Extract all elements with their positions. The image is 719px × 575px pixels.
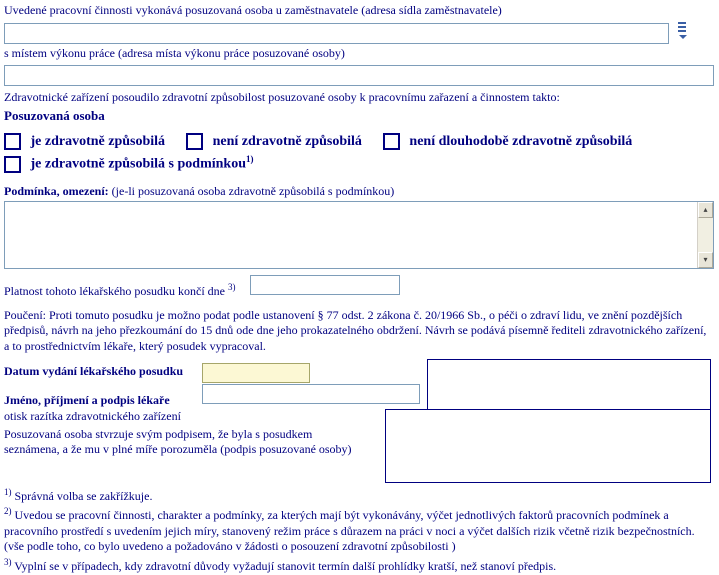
note3: Vyplní se v případech, kdy zdravotní dův… <box>12 559 557 573</box>
condition-label: Podmínka, omezení: <box>4 184 109 198</box>
assessment-intro: Zdravotnické zařízení posoudilo zdravotn… <box>4 90 715 106</box>
note1-sup: 1) <box>4 487 12 497</box>
valid-until-sup: 3) <box>228 282 236 292</box>
checkbox-unfit[interactable] <box>186 133 203 150</box>
dropdown-icon[interactable] <box>676 21 688 39</box>
checkbox-longterm-unfit[interactable] <box>383 133 400 150</box>
checkbox-fit-cond[interactable] <box>4 156 21 173</box>
condition-textarea[interactable]: ▴ ▾ <box>4 201 714 269</box>
opt-fit-cond-label: je zdravotně způsobilá s podmínkou <box>31 157 246 172</box>
date-label: Datum vydání lékařského posudku <box>4 364 199 380</box>
scroll-up-icon[interactable]: ▴ <box>698 202 713 218</box>
opt-longterm-unfit-label: není dlouhodobě zdravotně způsobilá <box>409 134 632 149</box>
valid-until-label: Platnost tohoto lékařského posudku končí… <box>4 284 228 298</box>
workplace-address-label: s místem výkonu práce (adresa místa výko… <box>4 46 715 62</box>
opt-unfit-label: není zdravotně způsobilá <box>213 134 362 149</box>
condition-note: (je-li posuzovaná osoba zdravotně způsob… <box>109 184 395 198</box>
note2-sup: 2) <box>4 506 12 516</box>
person-heading: Posuzovaná osoba <box>4 108 715 125</box>
instruction-text: Poučení: Proti tomuto posudku je možno p… <box>4 308 714 355</box>
opt-fit-cond-sup: 1) <box>246 154 254 164</box>
date-input[interactable] <box>202 363 310 383</box>
workplace-address-input[interactable] <box>4 65 714 86</box>
doctor-name-input[interactable] <box>202 384 420 404</box>
doctor-name-label: Jméno, příjmení a podpis lékaře <box>4 393 199 409</box>
note1: Správná volba se zakřížkuje. <box>12 489 153 503</box>
scrollbar[interactable]: ▴ ▾ <box>697 202 713 268</box>
note3-sup: 3) <box>4 557 12 567</box>
note2: Uvedou se pracovní činnosti, charakter a… <box>4 508 695 553</box>
scroll-down-icon[interactable]: ▾ <box>698 252 713 268</box>
checkbox-fit[interactable] <box>4 133 21 150</box>
employer-address-input[interactable] <box>4 23 669 44</box>
signature-box[interactable] <box>385 409 711 483</box>
valid-until-input[interactable] <box>250 275 400 295</box>
stamp-label: otisk razítka zdravotnického zařízení <box>4 409 181 423</box>
employer-address-label: Uvedené pracovní činnosti vykonává posuz… <box>4 3 715 19</box>
opt-fit-label: je zdravotně způsobilá <box>31 134 166 149</box>
